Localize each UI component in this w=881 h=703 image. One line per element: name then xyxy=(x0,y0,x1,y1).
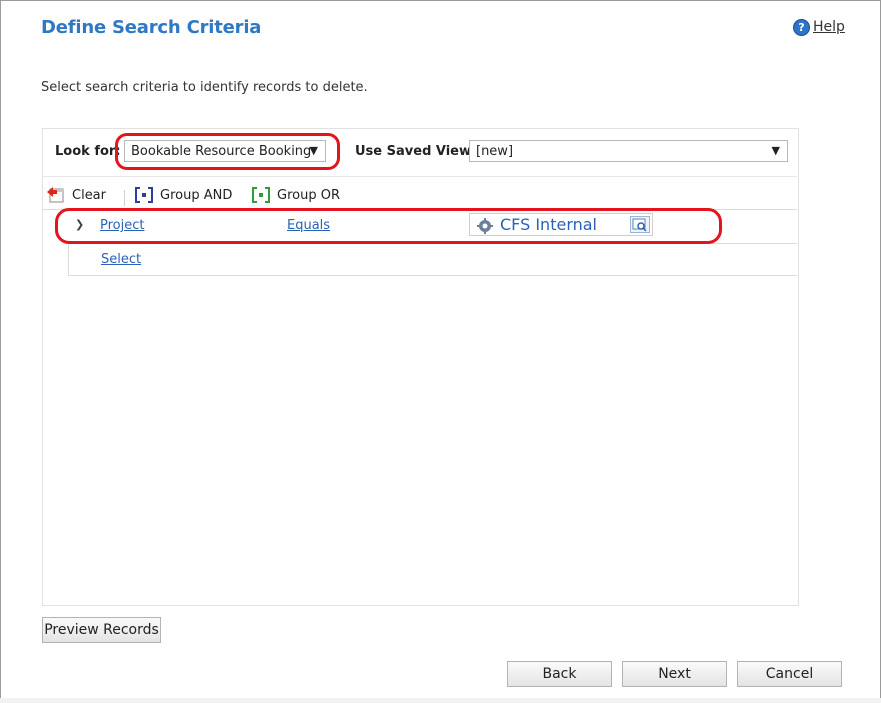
condition-value-lookup[interactable]: CFS Internal xyxy=(469,213,653,236)
help-link[interactable]: ? Help xyxy=(793,18,845,36)
dropdown-arrow-icon: ▼ xyxy=(771,144,780,157)
help-label: Help xyxy=(813,19,845,35)
cancel-button[interactable]: Cancel xyxy=(737,661,842,687)
background-strip xyxy=(0,698,881,703)
lookup-search-icon xyxy=(632,218,647,232)
look-for-value: Bookable Resource Booking xyxy=(131,144,312,159)
lookup-search-button[interactable] xyxy=(630,216,650,233)
group-or-label: Group OR xyxy=(277,187,340,203)
group-and-icon xyxy=(135,187,153,203)
group-and-button[interactable]: Group AND xyxy=(134,185,232,205)
look-for-label: Look for: xyxy=(55,144,121,159)
look-for-select[interactable]: Bookable Resource Booking ▼ xyxy=(124,140,326,162)
grid-line xyxy=(68,243,69,276)
group-or-button[interactable]: Group OR xyxy=(251,185,340,205)
page-title: Define Search Criteria xyxy=(41,17,262,38)
saved-view-value: [new] xyxy=(476,144,514,159)
chevron-down-icon[interactable]: ❯ xyxy=(75,218,84,231)
saved-view-select[interactable]: [new] ▼ xyxy=(469,140,788,162)
clear-icon xyxy=(47,187,64,203)
grid-line xyxy=(68,243,797,244)
saved-view-label: Use Saved View: xyxy=(355,144,477,159)
group-and-label: Group AND xyxy=(160,187,233,203)
condition-field-link[interactable]: Project xyxy=(100,218,144,233)
grid-line xyxy=(43,209,797,210)
grid-line xyxy=(68,275,797,276)
preview-records-button[interactable]: Preview Records xyxy=(42,617,161,643)
next-button[interactable]: Next xyxy=(622,661,727,687)
help-icon: ? xyxy=(793,18,810,36)
clear-label: Clear xyxy=(72,187,106,203)
back-button[interactable]: Back xyxy=(507,661,612,687)
instructions-text: Select search criteria to identify recor… xyxy=(41,80,368,95)
toolbar-separator xyxy=(124,190,125,206)
gear-icon xyxy=(477,218,493,234)
condition-value-text: CFS Internal xyxy=(500,215,597,234)
group-or-icon xyxy=(252,187,270,203)
toolbar-divider xyxy=(43,176,797,177)
condition-operator-link[interactable]: Equals xyxy=(287,218,330,233)
select-field-link[interactable]: Select xyxy=(101,252,141,267)
clear-button[interactable]: Clear xyxy=(46,185,106,205)
dropdown-arrow-icon: ▼ xyxy=(309,144,318,157)
